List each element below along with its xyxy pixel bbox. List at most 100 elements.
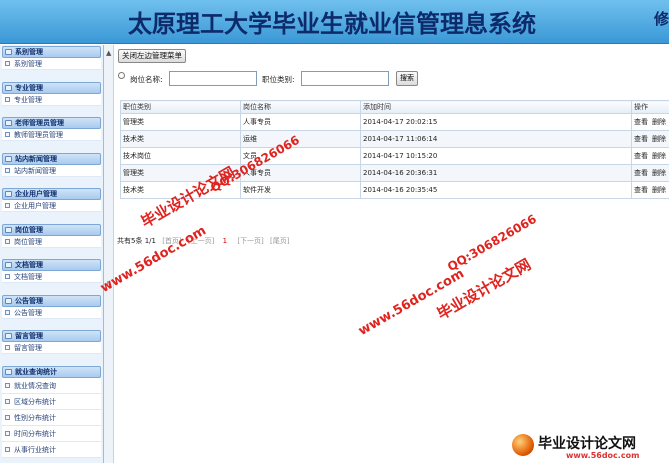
cell-time: 2014-04-16 20:36:31 <box>360 164 632 182</box>
delete-link[interactable]: 删除 <box>652 186 666 194</box>
folder-icon <box>5 120 12 126</box>
sidebar-item-document[interactable]: 文档管理 <box>2 271 101 283</box>
folder-icon <box>5 191 12 197</box>
sidebar-group-header[interactable]: 岗位管理 <box>2 223 101 236</box>
sidebar-item-teacher[interactable]: 教师管理员管理 <box>2 129 101 141</box>
search-icon <box>118 72 125 79</box>
page-icon <box>5 203 10 208</box>
delete-link[interactable]: 删除 <box>652 169 666 177</box>
close-left-menu-button[interactable]: 关闭左边管理菜单 <box>118 49 186 63</box>
table-header-row: 职位类别 岗位名称 添加时间 操作 <box>120 100 669 114</box>
column-header-category[interactable]: 职位类别 <box>120 100 241 114</box>
cell-time: 2014-04-17 11:06:14 <box>360 130 632 148</box>
sidebar-group-company: 企业用户管理 企业用户管理 <box>0 188 103 223</box>
header-right-text: 修 <box>653 10 669 28</box>
table-row: 技术岗位 文员 2014-04-17 10:15:20 查看 删除 <box>120 147 669 165</box>
cell-actions: 查看 删除 <box>631 130 669 148</box>
page-icon <box>5 398 10 404</box>
sidebar-item-notice[interactable]: 公告管理 <box>2 306 101 319</box>
sidebar-group-department: 系别管理 系别管理 <box>0 46 103 81</box>
folder-icon <box>5 368 12 375</box>
sidebar-group-header[interactable]: 公告管理 <box>2 294 101 307</box>
cell-name: 人事专员 <box>240 113 361 131</box>
table-row: 管理类 人事专员 2014-04-17 20:02:15 查看 删除 <box>120 113 669 131</box>
position-category-input[interactable] <box>301 71 389 86</box>
sidebar-group-header[interactable]: 就业查询统计 <box>2 365 101 378</box>
sidebar-item-message[interactable]: 留言管理 <box>2 342 101 354</box>
cell-name: 软件开发 <box>240 181 361 199</box>
view-link[interactable]: 查看 <box>634 135 648 143</box>
sidebar-item-gender-stats[interactable]: 性别分布统计 <box>2 409 101 426</box>
sidebar-group-document: 文档管理 文档管理 <box>0 259 103 294</box>
sidebar-group-header[interactable]: 老师管理员管理 <box>2 117 101 129</box>
sidebar-group-news: 站内新闻管理 站内新闻管理 <box>0 152 103 188</box>
page-icon <box>5 430 10 436</box>
cell-category: 技术类 <box>120 130 241 148</box>
sidebar-item-industry-stats[interactable]: 从事行业统计 <box>2 441 101 458</box>
sidebar-item-major[interactable]: 专业管理 <box>2 93 101 106</box>
sidebar-group-major: 专业管理 专业管理 <box>0 81 103 117</box>
cell-actions: 查看 删除 <box>631 164 669 182</box>
column-header-name[interactable]: 岗位名称 <box>240 100 361 114</box>
sidebar-item-time-stats[interactable]: 时间分布统计 <box>2 425 101 442</box>
page-icon <box>5 61 10 66</box>
pagination-total: 共有5条 <box>117 237 143 245</box>
sidebar-item-region-stats[interactable]: 区域分布统计 <box>2 393 101 410</box>
app-header: 太原理工大学毕业生就业信管理息系统 修 <box>0 0 669 44</box>
sidebar-group-header[interactable]: 系别管理 <box>2 46 101 58</box>
view-link[interactable]: 查看 <box>634 169 648 177</box>
cell-category: 技术岗位 <box>120 147 241 165</box>
pagination-next[interactable]: [下一页] <box>237 237 263 245</box>
folder-icon <box>5 333 12 339</box>
sidebar-splitter[interactable]: ▲ ⠿ <box>104 45 114 463</box>
sidebar-group-header[interactable]: 企业用户管理 <box>2 188 101 200</box>
sidebar-item-department[interactable]: 系别管理 <box>2 58 101 70</box>
position-category-label: 职位类别: <box>262 75 295 84</box>
page-icon <box>5 96 10 102</box>
sidebar-item-employment-query[interactable]: 就业情况查询 <box>2 377 101 394</box>
site-logo: 毕业设计论文网 www.56doc.com <box>508 432 669 463</box>
view-link[interactable]: 查看 <box>634 186 648 194</box>
view-link[interactable]: 查看 <box>634 118 648 126</box>
sidebar-group-header[interactable]: 专业管理 <box>2 81 101 94</box>
cell-actions: 查看 删除 <box>631 147 669 165</box>
sidebar-item-company[interactable]: 企业用户管理 <box>2 200 101 212</box>
cell-time: 2014-04-17 20:02:15 <box>360 113 632 131</box>
cell-category: 管理类 <box>120 113 241 131</box>
scroll-up-arrow-icon[interactable]: ▲ <box>106 49 111 57</box>
cell-actions: 查看 删除 <box>631 181 669 199</box>
page-icon <box>5 414 10 420</box>
sidebar-group-header[interactable]: 站内新闻管理 <box>2 152 101 165</box>
delete-link[interactable]: 删除 <box>652 118 666 126</box>
folder-icon <box>5 155 12 162</box>
sidebar-group-message: 留言管理 留言管理 <box>0 330 103 365</box>
app-title: 太原理工大学毕业生就业信管理息系统 <box>128 9 536 38</box>
page-icon <box>5 238 10 244</box>
view-link[interactable]: 查看 <box>634 152 648 160</box>
main-content: 关闭左边管理菜单 岗位名称: 职位类别: 搜索 职位类别 岗位名称 添加时间 操… <box>115 45 669 463</box>
folder-icon <box>5 84 12 91</box>
pagination-last[interactable]: [尾页] <box>270 237 289 245</box>
page-icon <box>5 382 10 388</box>
sidebar-group-position: 岗位管理 岗位管理 <box>0 223 103 259</box>
logo-text: 毕业设计论文网 <box>538 436 636 452</box>
column-header-actions: 操作 <box>631 100 669 114</box>
page-icon <box>5 309 10 315</box>
delete-link[interactable]: 删除 <box>652 135 666 143</box>
sidebar-group-header[interactable]: 文档管理 <box>2 259 101 271</box>
sidebar-item-news[interactable]: 站内新闻管理 <box>2 164 101 177</box>
pagination-page: 1/1 <box>144 237 156 245</box>
delete-link[interactable]: 删除 <box>652 152 666 160</box>
sidebar-group-notice: 公告管理 公告管理 <box>0 294 103 330</box>
cell-time: 2014-04-16 20:35:45 <box>360 181 632 199</box>
cell-actions: 查看 删除 <box>631 113 669 131</box>
sidebar: 系别管理 系别管理 专业管理 专业管理 老师管理员管理 教师管理员管理 站内新闻… <box>0 45 104 463</box>
sidebar-item-position[interactable]: 岗位管理 <box>2 235 101 248</box>
column-header-time[interactable]: 添加时间 <box>360 100 632 114</box>
position-name-input[interactable] <box>169 71 257 86</box>
page-icon <box>5 167 10 173</box>
page-icon <box>5 274 10 279</box>
page-icon <box>5 132 10 137</box>
search-button[interactable]: 搜索 <box>396 71 418 86</box>
sidebar-group-header[interactable]: 留言管理 <box>2 330 101 342</box>
